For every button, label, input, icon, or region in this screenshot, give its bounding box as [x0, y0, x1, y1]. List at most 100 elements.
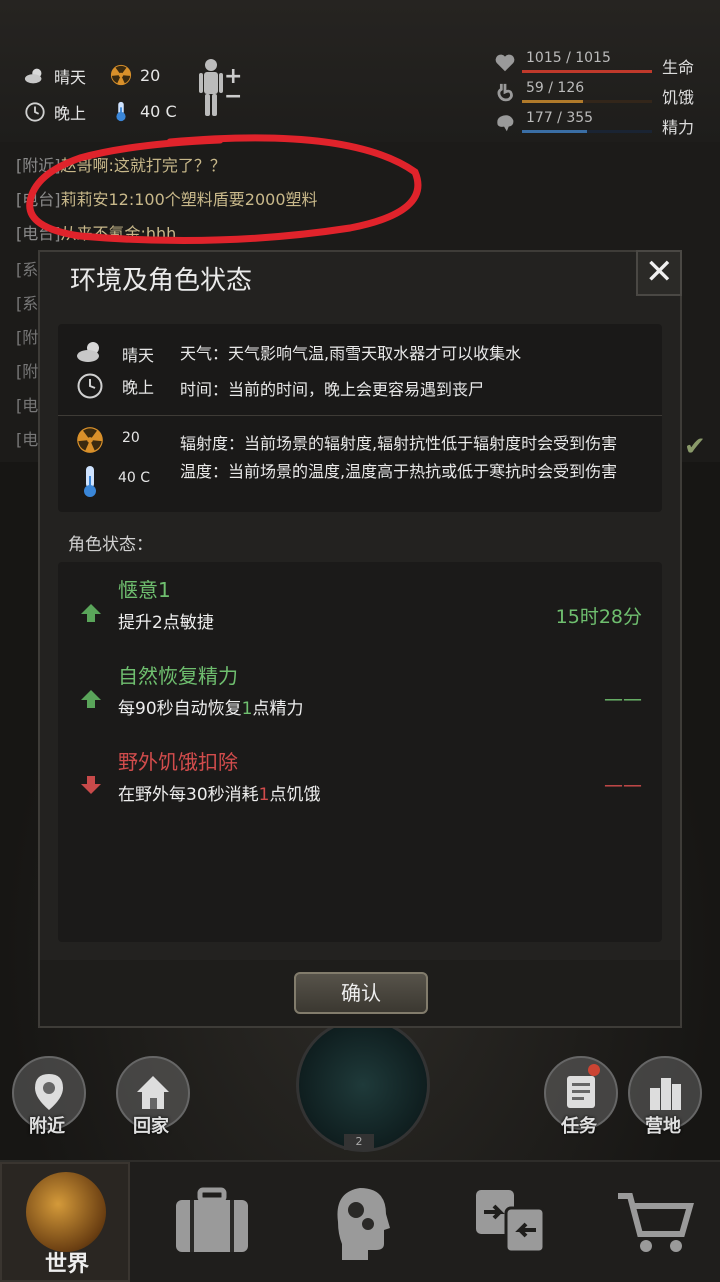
divider — [58, 415, 662, 416]
hunger-track — [522, 100, 652, 103]
energy-label: 精力 — [662, 118, 695, 137]
health-track — [522, 70, 652, 73]
env-time-desc: 时间：当前的时间，晚上会更容易遇到丧尸 — [180, 380, 485, 399]
energy-value: 177 / 355 — [526, 110, 594, 126]
chat-text: 莉莉安12:100个塑料盾要2000塑料 — [60, 190, 318, 209]
weather-indicator[interactable]: 晴天 — [24, 64, 86, 88]
chat-channel: [电 — [16, 430, 39, 449]
health-value: 1015 / 1015 — [526, 50, 611, 66]
status-desc: 在野外每30秒消耗1点饥饿 — [118, 780, 320, 805]
chat-message: [附近]赵哥啊:这就打完了？？ — [16, 152, 226, 176]
dialog-title: 环境及角色状态 — [70, 266, 253, 296]
brain-icon — [497, 115, 514, 132]
location-pin-icon — [35, 1074, 63, 1110]
status-hud: 晴天 20 晚上 40 C + − 1015 / 1015 生命 59 / 12… — [0, 0, 720, 142]
status-desc: 提升2点敏捷 — [118, 613, 214, 633]
home-label: 回家 — [133, 1116, 169, 1137]
chat-channel: [电 — [16, 396, 39, 415]
tab-world[interactable]: 世界 — [0, 1162, 130, 1282]
tab-trade[interactable] — [446, 1162, 576, 1282]
task-label: 任务 — [561, 1116, 597, 1137]
tab-inventory[interactable] — [146, 1162, 276, 1282]
buff-up-arrow-icon — [81, 604, 101, 622]
temperature-indicator[interactable]: 40 C — [110, 100, 177, 122]
chat-message: [系 — [16, 256, 38, 280]
environment-panel: 晴天 天气：天气影响气温,雨雪天取水器才可以收集水 晚上 时间：当前的时间，晚上… — [58, 324, 662, 512]
buildings-icon — [650, 1078, 681, 1110]
clock-icon — [25, 102, 45, 122]
chat-message: [附 — [16, 358, 38, 382]
partly-cloudy-icon — [24, 68, 42, 84]
status-dialog: 环境及角色状态 ✕ 晴天 天气：天气影响气温,雨雪天取水器才可以收集水 晚上 时… — [38, 250, 682, 1028]
partly-cloudy-icon — [77, 342, 99, 362]
debuff-down-arrow-icon — [81, 776, 101, 794]
exchange-icon — [476, 1190, 546, 1254]
minus-icon[interactable]: − — [224, 84, 242, 109]
status-item: 野外饥饿扣除 在野外每30秒消耗1点饥饿 —— — [58, 736, 662, 816]
status-title: 野外饥饿扣除 — [118, 750, 238, 774]
check-icon[interactable]: ✔ — [684, 432, 706, 462]
stomach-icon — [497, 83, 513, 102]
energy-bar: 177 / 355 精力 — [494, 110, 720, 140]
energy-fill — [522, 130, 587, 133]
env-radiation-value: 20 — [122, 430, 140, 446]
radiation-icon — [77, 427, 103, 453]
chat-message: [电台]莉莉安12:100个塑料盾要2000塑料 — [16, 186, 318, 210]
status-item: 自然恢复精力 每90秒自动恢复1点精力 —— — [58, 650, 662, 730]
chat-message: [电 — [16, 392, 38, 416]
chat-text: 赵哥啊:这就打完了？？ — [60, 156, 226, 175]
env-weather-desc: 天气：天气影响气温,雨雪天取水器才可以收集水 — [180, 344, 522, 363]
status-duration: 15时28分 — [555, 606, 642, 628]
status-list: 惬意1 提升2点敏捷 15时28分 自然恢复精力 每90秒自动恢复1点精力 ——… — [58, 562, 662, 942]
status-heading: 角色状态： — [68, 535, 153, 555]
time-indicator[interactable]: 晚上 — [24, 100, 86, 124]
chat-channel: [系 — [16, 294, 39, 313]
suitcase-icon — [176, 1187, 248, 1252]
confirm-button[interactable]: 确认 — [294, 972, 428, 1014]
house-icon — [137, 1076, 169, 1109]
thermometer-icon — [84, 466, 96, 497]
buff-up-arrow-icon — [81, 690, 101, 708]
status-desc-number: 1 — [241, 699, 253, 719]
status-item: 惬意1 提升2点敏捷 15时28分 — [58, 564, 662, 644]
tab-skills[interactable] — [296, 1162, 426, 1282]
status-desc-number: 1 — [258, 785, 270, 805]
hunger-label: 饥饿 — [662, 88, 695, 107]
radiation-indicator[interactable]: 20 — [110, 64, 160, 86]
weather-text: 晴天 — [54, 68, 87, 87]
character-body-icon[interactable] — [196, 58, 226, 118]
hunger-fill — [522, 100, 584, 103]
chat-message: [电台]从来不氪金:hhh — [16, 220, 176, 244]
notification-dot — [588, 1064, 600, 1076]
nearby-label: 附近 — [29, 1116, 65, 1137]
radar-badge: 2 — [344, 1134, 374, 1150]
head-gears-icon — [337, 1188, 390, 1260]
env-temp-value: 40 C — [118, 470, 151, 486]
status-desc-text: 点饥饿 — [269, 785, 321, 805]
chat-message: [电 — [16, 426, 38, 450]
shopping-cart-icon — [618, 1193, 694, 1252]
temperature-text: 40 C — [140, 101, 177, 121]
status-duration: —— — [604, 688, 642, 710]
clock-icon — [77, 373, 103, 399]
radar[interactable] — [296, 1018, 430, 1152]
camp-label: 营地 — [645, 1116, 681, 1137]
tab-world-label: 世界 — [44, 1252, 89, 1277]
thermometer-icon — [116, 101, 126, 122]
bottom-tab-bar: 世界 — [0, 1160, 720, 1282]
chat-text: 从来不氪金:hhh — [60, 224, 177, 243]
radiation-text: 20 — [140, 65, 161, 85]
hunger-bar: 59 / 126 饥饿 — [494, 80, 720, 110]
close-button[interactable]: ✕ — [636, 250, 682, 296]
env-weather-value: 晴天 — [122, 346, 155, 365]
status-desc-text: 每90秒自动恢复 — [118, 699, 242, 719]
radiation-icon — [110, 64, 132, 86]
chat-channel: [系 — [16, 260, 39, 279]
env-time-value: 晚上 — [122, 378, 155, 397]
hunger-value: 59 / 126 — [526, 80, 585, 96]
tab-shop[interactable] — [594, 1162, 720, 1282]
chat-channel: [电台] — [16, 224, 61, 243]
env-temp-desc: 温度：当前场景的温度,温度高于热抗或低于寒抗时会受到伤害 — [180, 462, 618, 481]
status-desc-text: 点精力 — [252, 699, 304, 719]
time-text: 晚上 — [54, 104, 87, 123]
